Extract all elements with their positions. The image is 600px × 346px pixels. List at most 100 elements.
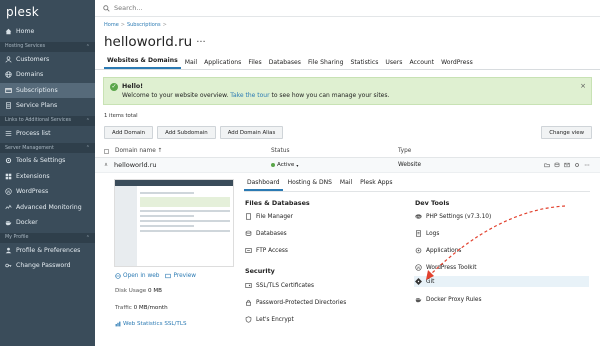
breadcrumb-subscriptions[interactable]: Subscriptions — [127, 22, 161, 28]
sidebar-item-extensions[interactable]: Extensions — [0, 169, 95, 185]
sidebar-item-service-plans[interactable]: Service Plans — [0, 98, 95, 114]
gear-icon[interactable] — [574, 162, 580, 168]
sidebar-item-tools-settings[interactable]: Tools & Settings — [0, 153, 95, 169]
ssl-certificates-link[interactable]: SSL/TLS Certificates — [245, 282, 314, 289]
databases-label: Databases — [256, 230, 287, 237]
page-header: helloworld.ru ··· — [95, 28, 600, 52]
sidebar-section-server[interactable]: Server Management ⌃ — [0, 143, 95, 153]
password-protected-directories-link[interactable]: Password-Protected Directories — [245, 299, 346, 306]
sidebar-item-label: Extensions — [16, 172, 50, 180]
files-databases-heading: Files & Databases — [245, 199, 310, 207]
sidebar-item-change-password[interactable]: Change Password — [0, 258, 95, 274]
close-icon[interactable]: × — [580, 82, 586, 90]
ftp-access-label: FTP Access — [256, 247, 288, 254]
tab-websites-domains[interactable]: Websites & Domains — [104, 57, 181, 69]
search-bar[interactable]: Search... — [95, 0, 600, 17]
select-all-checkbox[interactable] — [104, 148, 109, 154]
plan-icon — [5, 102, 12, 109]
breadcrumb-home[interactable]: Home — [104, 22, 119, 28]
lets-encrypt-label: Let's Encrypt — [256, 316, 294, 323]
sidebar-section-additional[interactable]: Links to Additional Services ⌃ — [0, 115, 95, 126]
sidebar-item-advanced-monitoring[interactable]: Advanced Monitoring — [0, 200, 95, 216]
git-label: Git — [426, 278, 435, 285]
sidebar-item-home[interactable]: Home — [0, 24, 95, 40]
sidebar-item-domains[interactable]: Domains — [0, 67, 95, 83]
website-screenshot[interactable] — [114, 179, 234, 267]
monitoring-icon — [5, 204, 12, 211]
disk-usage-value: 0 MB — [148, 288, 163, 294]
wordpress-toolkit-link[interactable]: W WordPress Toolkit — [415, 264, 477, 271]
sidebar-item-process-list[interactable]: Process list — [0, 126, 95, 142]
git-link[interactable]: Git — [415, 278, 434, 285]
tab-wordpress[interactable]: WordPress — [438, 59, 476, 69]
domain-detail-panel: Open in web Preview Disk Usage 0 MB Traf… — [95, 173, 600, 343]
tab-databases[interactable]: Databases — [266, 59, 304, 69]
section-label: Server Management — [5, 145, 54, 151]
plesk-app: plesk Home Hosting Services ⌃ Customers D… — [0, 0, 600, 346]
docker-proxy-rules-link[interactable]: Docker Proxy Rules — [415, 296, 482, 303]
applications-link[interactable]: Applications — [415, 247, 461, 254]
wordpress-toolkit-label: WordPress Toolkit — [426, 264, 477, 271]
sidebar-item-customers[interactable]: Customers — [0, 52, 95, 68]
sidebar-section-profile[interactable]: My Profile ⌃ — [0, 232, 95, 243]
logs-link[interactable]: Logs — [415, 230, 439, 237]
status-badge[interactable]: Active ▾ — [271, 162, 398, 168]
ftp-access-link[interactable]: FTP Access — [245, 247, 288, 254]
lets-encrypt-link[interactable]: Let's Encrypt — [245, 316, 294, 323]
sidebar-item-subscriptions[interactable]: Subscriptions — [0, 82, 95, 98]
tab-mail[interactable]: Mail — [337, 179, 355, 191]
tab-file-sharing[interactable]: File Sharing — [305, 59, 347, 69]
table-row[interactable]: ∧ helloworld.ru Active ▾ Website — [95, 158, 600, 173]
tab-files[interactable]: Files — [245, 59, 264, 69]
database-icon — [245, 230, 252, 237]
php-settings-link[interactable]: php PHP Settings (v7.3.10) — [415, 213, 491, 220]
tab-applications[interactable]: Applications — [201, 59, 244, 69]
column-domain-name[interactable]: Domain name ↑ — [115, 148, 162, 154]
sidebar-item-wordpress[interactable]: W WordPress — [0, 184, 95, 200]
tab-mail[interactable]: Mail — [182, 59, 200, 69]
detail-tabs: Dashboard Hosting & DNS Mail Plesk Apps — [244, 179, 397, 191]
change-view-button[interactable]: Change view — [541, 126, 592, 139]
sidebar-item-profile-preferences[interactable]: Profile & Preferences — [0, 243, 95, 259]
sidebar-item-label: Tools & Settings — [16, 157, 66, 165]
subscription-tabs: Websites & Domains Mail Applications Fil… — [95, 56, 600, 70]
tab-plesk-apps[interactable]: Plesk Apps — [357, 179, 395, 191]
password-protected-directories-label: Password-Protected Directories — [256, 299, 347, 306]
database-icon[interactable] — [554, 162, 560, 168]
collapse-icon[interactable]: ∧ — [104, 162, 108, 168]
more-icon[interactable] — [584, 162, 590, 168]
tab-statistics[interactable]: Statistics — [348, 59, 382, 69]
file-manager-link[interactable]: File Manager — [245, 213, 293, 220]
file-manager-label: File Manager — [256, 213, 293, 220]
sidebar-section-hosting[interactable]: Hosting Services ⌃ — [0, 41, 95, 52]
tab-hosting-dns[interactable]: Hosting & DNS — [285, 179, 335, 191]
mail-icon[interactable] — [564, 162, 570, 168]
traffic-label: Traffic — [115, 305, 132, 311]
databases-link[interactable]: Databases — [245, 230, 287, 237]
open-in-web-link[interactable]: Open in web — [115, 273, 159, 279]
git-icon — [415, 278, 422, 285]
add-subdomain-button[interactable]: Add Subdomain — [157, 126, 216, 139]
take-tour-link[interactable]: Take the tour — [230, 92, 269, 99]
traffic-value: 0 MB/month — [133, 305, 168, 311]
chevron-up-icon: ⌃ — [85, 43, 90, 50]
folder-icon[interactable] — [544, 162, 550, 168]
web-statistics-link[interactable]: Web Statistics SSL/TLS — [115, 321, 187, 327]
tab-users[interactable]: Users — [382, 59, 405, 69]
disk-usage-label: Disk Usage — [115, 288, 147, 294]
status-dot-icon — [271, 163, 275, 167]
domain-name[interactable]: helloworld.ru — [114, 161, 156, 169]
add-domain-button[interactable]: Add Domain — [104, 126, 154, 139]
plesk-logo[interactable]: plesk — [0, 0, 95, 24]
chevron-up-icon: ⌃ — [85, 117, 90, 124]
preview-link[interactable]: Preview — [165, 273, 196, 279]
tab-account[interactable]: Account — [406, 59, 437, 69]
sidebar-item-docker[interactable]: Docker — [0, 215, 95, 231]
add-domain-alias-button[interactable]: Add Domain Alias — [219, 126, 284, 139]
column-type[interactable]: Type — [398, 148, 411, 154]
welcome-title: Hello! — [122, 83, 144, 90]
more-actions-button[interactable]: ··· — [196, 37, 206, 48]
tab-dashboard[interactable]: Dashboard — [244, 179, 283, 191]
column-status[interactable]: Status — [271, 148, 398, 154]
search-input[interactable]: Search... — [114, 4, 143, 12]
